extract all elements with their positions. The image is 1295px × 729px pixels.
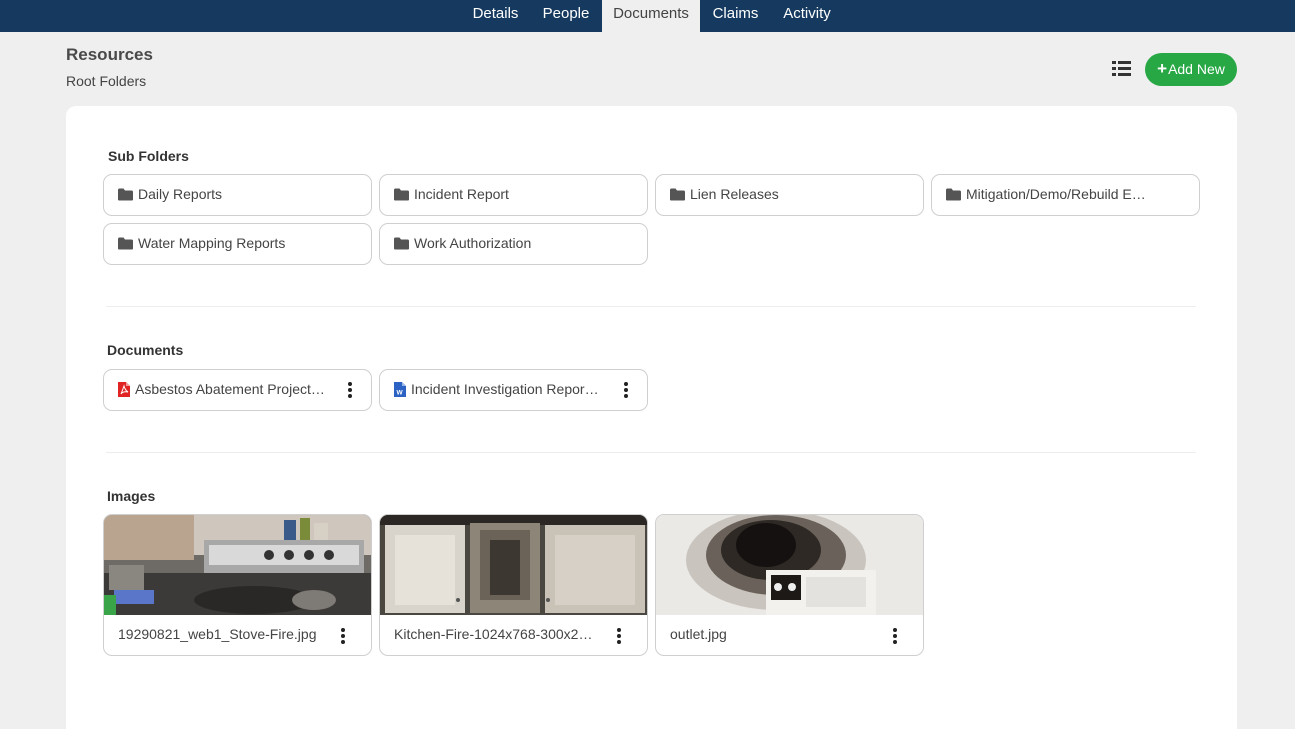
image-label: Kitchen-Fire-1024x768-300x225.jpg xyxy=(394,626,594,642)
subfolders-title: Sub Folders xyxy=(108,148,189,164)
top-nav: Details People Documents Claims Activity xyxy=(0,0,1295,32)
image-tile[interactable]: Kitchen-Fire-1024x768-300x225.jpg xyxy=(379,514,648,656)
folder-label: Daily Reports xyxy=(138,186,223,202)
tab-documents[interactable]: Documents xyxy=(602,0,700,32)
folder-icon xyxy=(118,237,133,250)
tab-details[interactable]: Details xyxy=(462,0,529,32)
folder-tile[interactable]: Daily Reports xyxy=(103,174,372,216)
pdf-icon xyxy=(118,382,130,397)
folder-icon xyxy=(670,188,685,201)
image-label: 19290821_web1_Stove-Fire.jpg xyxy=(118,626,317,642)
folder-tile[interactable]: Work Authorization xyxy=(379,223,648,265)
image-tile[interactable]: outlet.jpg xyxy=(655,514,924,656)
folder-label: Incident Report xyxy=(414,186,509,202)
document-tile[interactable]: W Incident Investigation Report.docx xyxy=(379,369,648,411)
documents-title: Documents xyxy=(107,342,184,358)
add-new-button[interactable]: +Add New xyxy=(1145,53,1237,86)
more-options-icon[interactable] xyxy=(621,381,631,399)
tab-claims[interactable]: Claims xyxy=(702,0,769,32)
tab-people[interactable]: People xyxy=(532,0,600,32)
word-doc-icon: W xyxy=(394,382,406,397)
folder-tile[interactable]: Lien Releases xyxy=(655,174,924,216)
folder-tile[interactable]: Water Mapping Reports xyxy=(103,223,372,265)
more-options-icon[interactable] xyxy=(890,627,900,645)
folder-tile[interactable]: Mitigation/Demo/Rebuild Estimates xyxy=(931,174,1200,216)
folder-icon xyxy=(118,188,133,201)
stove-fire-thumbnail xyxy=(104,515,371,615)
folder-label: Mitigation/Demo/Rebuild Estimates xyxy=(966,186,1151,202)
more-options-icon[interactable] xyxy=(338,627,348,645)
document-tile[interactable]: Asbestos Abatement Project Report.pdf xyxy=(103,369,372,411)
tab-activity[interactable]: Activity xyxy=(772,0,842,32)
folder-icon xyxy=(946,188,961,201)
outlet-thumbnail xyxy=(656,515,923,615)
document-label: Asbestos Abatement Project Report.pdf xyxy=(135,381,325,397)
section-divider xyxy=(106,452,1196,453)
list-icon xyxy=(1112,61,1131,76)
section-divider xyxy=(106,306,1196,307)
more-options-icon[interactable] xyxy=(614,627,624,645)
kitchen-fire-thumbnail xyxy=(380,515,647,615)
more-options-icon[interactable] xyxy=(345,381,355,399)
folder-icon xyxy=(394,188,409,201)
image-label: outlet.jpg xyxy=(670,626,727,642)
images-title: Images xyxy=(107,488,156,504)
folder-label: Lien Releases xyxy=(690,186,779,202)
folder-label: Work Authorization xyxy=(414,235,532,251)
page-title: Resources xyxy=(66,45,153,64)
folder-icon xyxy=(394,237,409,250)
list-view-button[interactable] xyxy=(1111,59,1133,79)
image-tile[interactable]: 19290821_web1_Stove-Fire.jpg xyxy=(103,514,372,656)
document-label: Incident Investigation Report.docx xyxy=(411,381,601,397)
folder-tile[interactable]: Incident Report xyxy=(379,174,648,216)
plus-icon: + xyxy=(1157,59,1168,78)
breadcrumb[interactable]: Root Folders xyxy=(66,73,146,89)
svg-text:W: W xyxy=(397,390,404,397)
folder-label: Water Mapping Reports xyxy=(138,235,286,251)
